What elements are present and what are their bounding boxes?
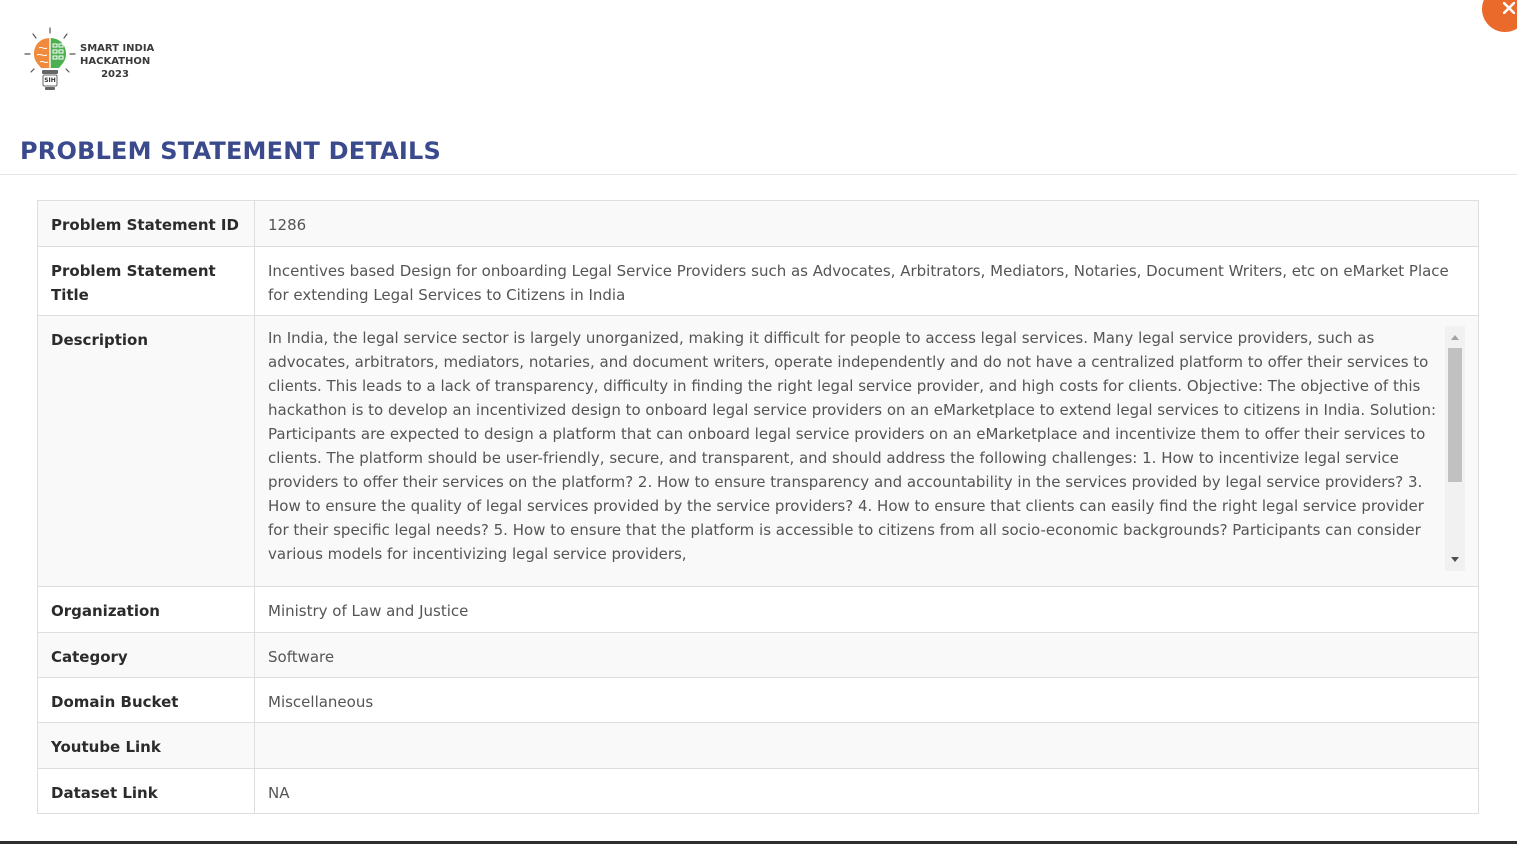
description-scrollbar[interactable] (1445, 326, 1465, 571)
youtube-label: Youtube Link (37, 722, 255, 769)
logo-line-1: SMART INDIA (80, 43, 155, 54)
domain-label: Domain Bucket (37, 677, 255, 723)
table-row-youtube: Youtube Link (37, 722, 1479, 769)
logo-line-3: 2023 (101, 69, 129, 80)
logo-text: SMART INDIA HACKATHON 2023 (80, 42, 155, 81)
dataset-value: NA (254, 768, 1479, 814)
description-value: In India, the legal service sector is la… (268, 329, 1437, 563)
close-icon (1503, 2, 1515, 14)
scrollbar-thumb[interactable] (1448, 348, 1462, 482)
sih-logo: SIH SMART INDIA HACKATHON 2023 (22, 26, 155, 92)
table-row-id: Problem Statement ID 1286 (37, 200, 1479, 247)
organization-label: Organization (37, 586, 255, 633)
logo-badge-text: SIH (44, 77, 56, 84)
table-row-organization: Organization Ministry of Law and Justice (37, 586, 1479, 633)
description-cell: In India, the legal service sector is la… (254, 315, 1479, 587)
problem-statement-modal: SIH SMART INDIA HACKATHON 2023 PROBLEM S… (0, 0, 1517, 844)
scroll-down-arrow-icon[interactable] (1445, 551, 1465, 567)
title-divider (0, 174, 1517, 175)
organization-value: Ministry of Law and Justice (254, 586, 1479, 633)
title-value: Incentives based Design for onboarding L… (254, 246, 1479, 316)
youtube-value[interactable] (254, 722, 1479, 769)
title-label: Problem Statement Title (37, 246, 255, 316)
domain-value: Miscellaneous (254, 677, 1479, 723)
table-row-description: Description In India, the legal service … (37, 315, 1479, 587)
category-label: Category (37, 632, 255, 678)
details-table: Problem Statement ID 1286 Problem Statem… (37, 200, 1479, 814)
table-row-title: Problem Statement Title Incentives based… (37, 246, 1479, 316)
description-label: Description (37, 315, 255, 587)
table-row-category: Category Software (37, 632, 1479, 678)
close-button[interactable] (1482, 0, 1517, 32)
description-scroll-area[interactable]: In India, the legal service sector is la… (268, 326, 1465, 571)
logo-line-2: HACKATHON (80, 56, 151, 67)
scroll-up-arrow-icon[interactable] (1445, 330, 1465, 346)
dataset-label: Dataset Link (37, 768, 255, 814)
category-value: Software (254, 632, 1479, 678)
id-label: Problem Statement ID (37, 200, 255, 247)
id-value: 1286 (254, 200, 1479, 247)
table-row-domain: Domain Bucket Miscellaneous (37, 677, 1479, 723)
page-title: PROBLEM STATEMENT DETAILS (20, 137, 441, 165)
table-row-dataset: Dataset Link NA (37, 768, 1479, 814)
